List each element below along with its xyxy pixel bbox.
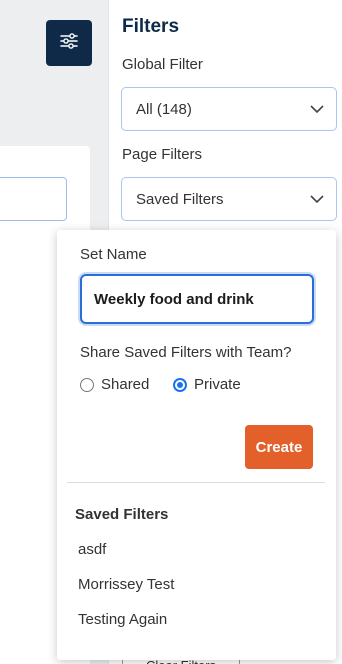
radio-shared[interactable]: Shared [80, 376, 149, 393]
radio-private-indicator[interactable] [173, 377, 187, 392]
saved-filter-item[interactable]: Morrissey Test [78, 576, 174, 593]
set-name-label: Set Name [80, 246, 147, 263]
radio-shared-label: Shared [101, 376, 150, 393]
saved-filter-item[interactable]: Testing Again [78, 611, 167, 628]
radio-shared-indicator[interactable] [80, 377, 94, 392]
sliders-icon [60, 32, 78, 54]
filter-toggle-button[interactable] [46, 20, 92, 66]
global-filter-select[interactable]: All (148) [121, 87, 337, 131]
content-input[interactable] [0, 177, 67, 221]
panel-title: Filters [122, 16, 180, 37]
create-button[interactable]: Create [245, 425, 313, 469]
global-filter-label: Global Filter [122, 56, 203, 73]
saved-filters-heading: Saved Filters [75, 506, 169, 523]
radio-private-label: Private [194, 376, 241, 393]
page-filters-value: Saved Filters [136, 190, 224, 208]
global-filter-value: All (148) [136, 100, 192, 118]
page-filters-select[interactable]: Saved Filters [121, 177, 337, 221]
set-name-input[interactable] [80, 274, 314, 324]
saved-filter-item[interactable]: asdf [78, 541, 106, 558]
chevron-down-icon [310, 101, 324, 118]
page-filters-label: Page Filters [122, 146, 203, 163]
saved-filters-popover: Set Name Share Saved Filters with Team? … [57, 230, 336, 660]
radio-private[interactable]: Private [173, 376, 241, 393]
page: Filters Global Filter All (148) Page Fil… [0, 0, 342, 664]
share-label: Share Saved Filters with Team? [80, 344, 292, 361]
chevron-down-icon [310, 191, 324, 208]
divider [67, 482, 325, 483]
